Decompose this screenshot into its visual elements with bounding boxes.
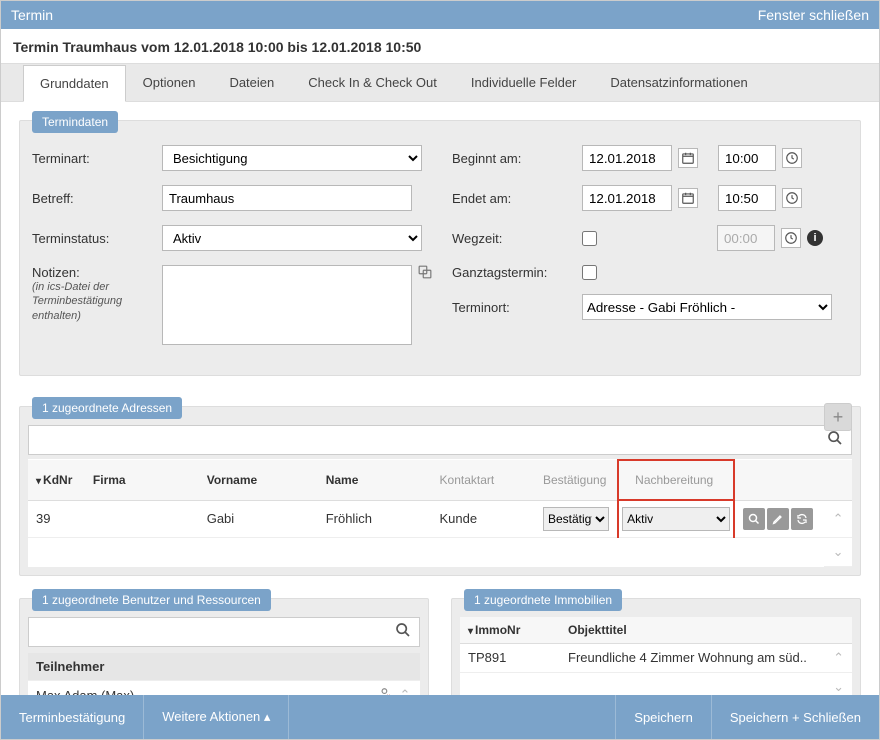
search-adressen (28, 425, 852, 455)
teilnehmer-header: Teilnehmer (28, 653, 420, 680)
checkbox-ganztag[interactable] (582, 265, 597, 280)
panel-label-adressen: 1 zugeordnete Adressen (32, 397, 182, 419)
search-icon[interactable] (823, 430, 847, 450)
cell-kdnr: 39 (28, 500, 85, 537)
cell-objekttitel: Freundliche 4 Zimmer Wohnung am süd.. (560, 643, 825, 672)
copy-icon[interactable] (418, 265, 432, 282)
label-notizen: Notizen: (32, 265, 162, 280)
footer-speichern-button[interactable]: Speichern (615, 695, 712, 739)
cell-kontaktart: Kunde (432, 500, 535, 537)
row-search-icon[interactable] (743, 508, 765, 530)
row-refresh-icon[interactable] (791, 508, 813, 530)
footer-bar: Terminbestätigung Weitere Aktionen ▴ Spe… (1, 695, 879, 739)
input-wegzeit-time[interactable] (717, 225, 775, 251)
teilnehmer-name: Max Adam (Max) (36, 688, 134, 696)
panel-adressen: 1 zugeordnete Adressen + KdNr Firma Vorn… (19, 406, 861, 576)
tab-datensatzinformationen[interactable]: Datensatzinformationen (593, 64, 764, 101)
remove-participant-icon[interactable] (378, 687, 392, 696)
col-kontaktart[interactable]: Kontaktart (432, 460, 535, 500)
close-window-link[interactable]: Fenster schließen (758, 7, 869, 23)
col-objekttitel[interactable]: Objekttitel (560, 617, 825, 644)
checkbox-wegzeit[interactable] (582, 231, 597, 246)
clock-icon[interactable] (782, 188, 802, 208)
label-beginnt: Beginnt am: (452, 151, 582, 166)
footer-speichern-schliessen-button[interactable]: Speichern + Schließen (712, 695, 879, 739)
col-bestaetigung[interactable]: Bestätigung (535, 460, 618, 500)
input-end-time[interactable] (718, 185, 776, 211)
row-edit-icon[interactable] (767, 508, 789, 530)
tab-bar: Grunddaten Optionen Dateien Check In & C… (1, 63, 879, 102)
input-begin-date[interactable] (582, 145, 672, 171)
search-benutzer (28, 617, 420, 647)
label-terminstatus: Terminstatus: (32, 231, 162, 246)
add-adresse-button[interactable]: + (824, 403, 852, 431)
panel-label-immobilien: 1 zugeordnete Immobilien (464, 589, 622, 611)
label-betreff: Betreff: (32, 191, 162, 206)
tab-individuelle-felder[interactable]: Individuelle Felder (454, 64, 594, 101)
panel-label-termindaten: Termindaten (32, 111, 118, 133)
label-endet: Endet am: (452, 191, 582, 206)
clock-icon[interactable] (782, 148, 802, 168)
label-terminart: Terminart: (32, 151, 162, 166)
footer-terminbestaetigung-button[interactable]: Terminbestätigung (1, 695, 144, 739)
col-nachbereitung[interactable]: Nachbereitung (627, 467, 725, 493)
cell-vorname: Gabi (199, 500, 318, 537)
table-immobilien: ImmoNr Objekttitel TP891 Freundliche 4 Z… (460, 617, 852, 696)
footer-weitere-aktionen-button[interactable]: Weitere Aktionen ▴ (144, 695, 289, 739)
col-vorname[interactable]: Vorname (199, 460, 318, 500)
select-terminstatus[interactable]: Aktiv (162, 225, 422, 251)
page-title: Termin Traumhaus vom 12.01.2018 10:00 bi… (1, 29, 879, 63)
tab-grunddaten[interactable]: Grunddaten (23, 65, 126, 102)
cell-name: Fröhlich (318, 500, 432, 537)
appointment-dialog: Termin Fenster schließen Termin Traumhau… (0, 0, 880, 740)
search-benutzer-input[interactable] (33, 620, 391, 644)
window-title: Termin (11, 7, 53, 23)
col-kdnr[interactable]: KdNr (43, 473, 72, 487)
select-nachbereitung[interactable]: Aktiv (622, 507, 730, 531)
label-ganztag: Ganztagstermin: (452, 265, 582, 280)
input-begin-time[interactable] (718, 145, 776, 171)
hint-notizen: (in ics-Datei der Terminbestätigung enth… (32, 280, 162, 323)
calendar-icon[interactable] (678, 188, 698, 208)
table-adressen: KdNr Firma Vorname Name Kontaktart Bestä… (28, 459, 852, 567)
search-icon[interactable] (391, 622, 415, 642)
panel-immobilien: 1 zugeordnete Immobilien ImmoNr Objektti… (451, 598, 861, 696)
table-row[interactable]: TP891 Freundliche 4 Zimmer Wohnung am sü… (460, 643, 852, 672)
search-adressen-input[interactable] (33, 428, 823, 452)
panel-termindaten: Termindaten Terminart: Besichtigung Betr… (19, 120, 861, 376)
clock-icon[interactable] (781, 228, 801, 248)
label-wegzeit: Wegzeit: (452, 231, 582, 246)
tab-optionen[interactable]: Optionen (126, 64, 213, 101)
cell-firma (85, 500, 199, 537)
content-area: Termindaten Terminart: Besichtigung Betr… (1, 102, 879, 695)
list-item[interactable]: Max Adam (Max) ⌃ (28, 680, 420, 696)
input-end-date[interactable] (582, 185, 672, 211)
label-terminort: Terminort: (452, 300, 582, 315)
calendar-icon[interactable] (678, 148, 698, 168)
select-terminort[interactable]: Adresse - Gabi Fröhlich - (582, 294, 832, 320)
table-row[interactable]: 39 Gabi Fröhlich Kunde Bestätigt Aktiv (28, 500, 852, 537)
select-bestaetigung[interactable]: Bestätigt (543, 507, 609, 531)
col-firma[interactable]: Firma (85, 460, 199, 500)
panel-label-benutzer: 1 zugeordnete Benutzer und Ressourcen (32, 589, 271, 611)
info-icon[interactable]: i (807, 230, 823, 246)
cell-immonr: TP891 (460, 643, 560, 672)
col-immonr[interactable]: ImmoNr (475, 623, 520, 637)
textarea-notizen[interactable] (162, 265, 412, 345)
input-betreff[interactable] (162, 185, 412, 211)
col-name[interactable]: Name (318, 460, 432, 500)
select-terminart[interactable]: Besichtigung (162, 145, 422, 171)
tab-dateien[interactable]: Dateien (212, 64, 291, 101)
tab-checkin[interactable]: Check In & Check Out (291, 64, 454, 101)
titlebar: Termin Fenster schließen (1, 1, 879, 29)
panel-benutzer: 1 zugeordnete Benutzer und Ressourcen Te… (19, 598, 429, 696)
